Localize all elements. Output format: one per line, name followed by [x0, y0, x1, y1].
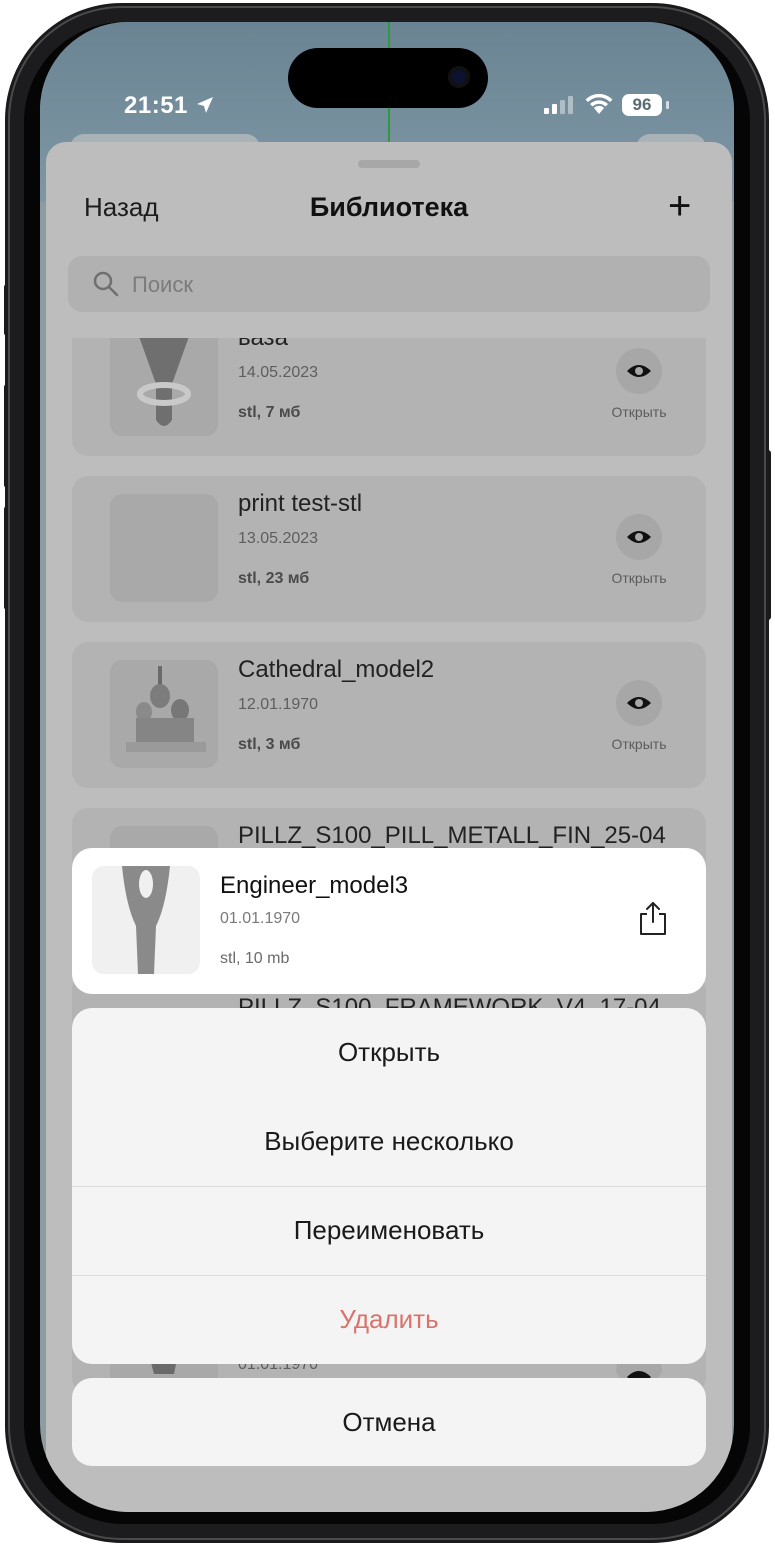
camera-icon: [448, 66, 470, 88]
battery-indicator: 96: [622, 94, 662, 116]
item-name: Cathedral_model2: [238, 656, 435, 683]
context-preview-card[interactable]: Engineer_model3 01.01.1970 stl, 10 mb: [72, 848, 706, 994]
open-action[interactable]: Открыть: [72, 1008, 706, 1097]
preview-name: Engineer_model3: [220, 872, 409, 899]
signal-icon: [544, 96, 573, 114]
battery-nub: [666, 101, 669, 109]
item-date: 12.01.1970: [238, 696, 319, 713]
share-icon[interactable]: [638, 900, 668, 936]
list-item[interactable]: Cathedral_model2 12.01.1970 stl, 3 мб От…: [72, 642, 706, 788]
item-meta: stl, 3 мб: [238, 736, 301, 753]
cathedral-thumbnail-icon: [126, 666, 206, 752]
sheet-grabber[interactable]: [358, 160, 420, 168]
open-button[interactable]: [616, 348, 662, 394]
item-date: 13.05.2023: [238, 530, 319, 547]
open-label: Открыть: [611, 570, 667, 586]
search-icon: [93, 271, 119, 297]
preview-meta: stl, 10 mb: [220, 950, 290, 967]
plus-icon: +: [668, 184, 692, 228]
model-thumbnail: [92, 866, 200, 974]
page-title: Библиотека: [309, 192, 469, 222]
search-input[interactable]: Поиск: [68, 256, 710, 312]
add-button[interactable]: +: [668, 186, 691, 226]
list-item[interactable]: ваза 14.05.2023 stl, 7 мб Открыть: [72, 338, 706, 456]
select-multiple-action[interactable]: Выберите несколько: [72, 1097, 706, 1186]
model-thumbnail: [110, 338, 218, 436]
open-button[interactable]: [616, 514, 662, 560]
open-label: Открыть: [611, 736, 667, 752]
preview-date: 01.01.1970: [220, 910, 301, 927]
open-label: Открыть: [611, 404, 667, 420]
power-button: [763, 450, 771, 620]
status-time-text: 21:51: [124, 92, 188, 119]
action-sheet: Открыть Выберите несколько Переименовать…: [72, 1008, 706, 1364]
wifi-icon: [585, 93, 613, 114]
list-item[interactable]: print test-stl 13.05.2023 stl, 23 мб Отк…: [72, 476, 706, 622]
model-thumbnail: [110, 660, 218, 768]
eye-icon: [627, 531, 651, 543]
vase-thumbnail-icon: [137, 338, 191, 426]
item-date: 14.05.2023: [238, 364, 319, 381]
model-thumbnail: [110, 494, 218, 602]
open-button[interactable]: [616, 680, 662, 726]
rename-action[interactable]: Переименовать: [72, 1186, 706, 1275]
location-arrow-icon: [197, 97, 214, 113]
item-meta: stl, 23 мб: [238, 570, 310, 587]
delete-action[interactable]: Удалить: [72, 1275, 706, 1364]
screen: 21:51 96 Назад Библиотека + Поиск 14.05.…: [40, 22, 734, 1512]
item-name: ваза: [238, 338, 288, 352]
eye-icon: [627, 365, 651, 377]
item-name: PILLZ_S100_PILL_METALL_FIN_25-04: [238, 822, 666, 849]
item-name: print test-stl: [238, 490, 363, 517]
eye-icon: [627, 697, 651, 709]
search-placeholder: Поиск: [132, 272, 193, 297]
dynamic-island: [288, 48, 488, 108]
item-meta: stl, 7 мб: [238, 404, 301, 421]
cancel-button[interactable]: Отмена: [72, 1378, 706, 1466]
status-time: 21:51: [124, 92, 215, 120]
engineer-model-thumbnail-icon: [122, 866, 170, 974]
